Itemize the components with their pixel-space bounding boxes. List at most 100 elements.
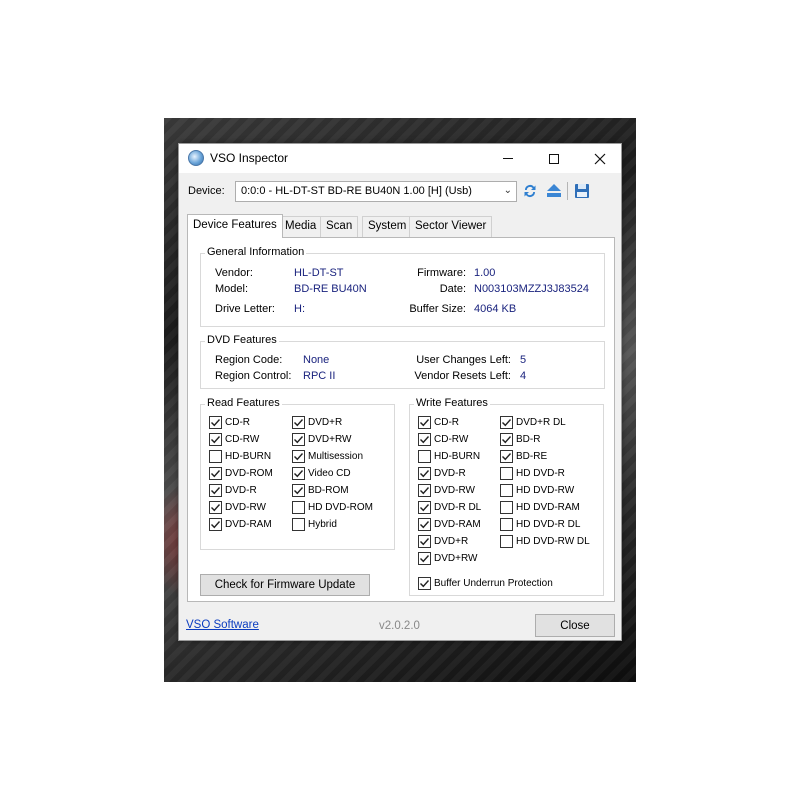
- checkbox-box[interactable]: [209, 433, 222, 446]
- tab-system[interactable]: System: [362, 216, 413, 237]
- checkbox-box[interactable]: [292, 518, 305, 531]
- checkbox-item[interactable]: DVD-ROM: [209, 467, 273, 480]
- checkbox-item[interactable]: HD-BURN: [418, 450, 480, 463]
- checkbox-box[interactable]: [209, 484, 222, 497]
- checkbox-label: BD-ROM: [308, 485, 349, 496]
- checkbox-box[interactable]: [418, 450, 431, 463]
- checkbox-box[interactable]: [500, 433, 513, 446]
- checkbox-box[interactable]: [292, 450, 305, 463]
- checkbox-box[interactable]: [500, 535, 513, 548]
- close-window-button[interactable]: [577, 144, 623, 173]
- checkmark-icon: [502, 453, 512, 461]
- minimize-button[interactable]: [485, 144, 531, 173]
- checkbox-box[interactable]: [500, 450, 513, 463]
- checkbox-item[interactable]: DVD-R DL: [418, 501, 481, 514]
- checkbox-item[interactable]: HD DVD-RAM: [500, 501, 580, 514]
- checkbox-item[interactable]: Video CD: [292, 467, 351, 480]
- title-bar[interactable]: VSO Inspector: [179, 144, 621, 173]
- checkbox-box[interactable]: [292, 501, 305, 514]
- checkbox-box[interactable]: [292, 484, 305, 497]
- check-firmware-update-button[interactable]: Check for Firmware Update: [200, 574, 370, 596]
- checkbox-item[interactable]: CD-R: [418, 416, 459, 429]
- eject-icon[interactable]: [545, 182, 563, 200]
- checkbox-buffer-underrun[interactable]: Buffer Underrun Protection: [418, 577, 553, 590]
- save-icon[interactable]: [573, 182, 591, 200]
- checkmark-icon: [294, 453, 304, 461]
- tab-sector-viewer[interactable]: Sector Viewer: [409, 216, 493, 237]
- checkbox-item[interactable]: DVD+R: [418, 535, 468, 548]
- checkbox-box[interactable]: [292, 416, 305, 429]
- device-select[interactable]: 0:0:0 - HL-DT-ST BD-RE BU40N 1.00 [H] (U…: [235, 181, 517, 202]
- checkbox-box[interactable]: [500, 501, 513, 514]
- checkbox-label: HD DVD-RW: [516, 485, 575, 496]
- checkbox-box[interactable]: [500, 484, 513, 497]
- refresh-icon[interactable]: [521, 182, 539, 200]
- checkbox-item[interactable]: Multisession: [292, 450, 363, 463]
- app-icon: [188, 150, 204, 166]
- checkbox-item[interactable]: DVD+R DL: [500, 416, 566, 429]
- checkbox-box[interactable]: [418, 535, 431, 548]
- close-button[interactable]: Close: [535, 614, 615, 637]
- checkbox-item[interactable]: CD-RW: [418, 433, 468, 446]
- checkbox-item[interactable]: DVD+R: [292, 416, 342, 429]
- checkbox-box[interactable]: [418, 484, 431, 497]
- checkbox-item[interactable]: DVD+RW: [292, 433, 351, 446]
- checkbox-item[interactable]: HD DVD-R DL: [500, 518, 580, 531]
- checkbox-item[interactable]: DVD-R: [209, 484, 257, 497]
- checkmark-icon: [420, 436, 430, 444]
- checkbox-label: DVD-RW: [225, 502, 266, 513]
- checkbox-item[interactable]: DVD-RAM: [418, 518, 481, 531]
- checkbox-item[interactable]: BD-ROM: [292, 484, 349, 497]
- checkbox-item[interactable]: HD DVD-RW: [500, 484, 574, 497]
- checkbox-box[interactable]: [209, 416, 222, 429]
- checkbox-box[interactable]: [418, 552, 431, 565]
- checkbox-box[interactable]: [292, 433, 305, 446]
- checkbox-label: DVD-RAM: [434, 519, 481, 530]
- checkbox-box[interactable]: [500, 416, 513, 429]
- checkbox-box[interactable]: [209, 501, 222, 514]
- chevron-down-icon: ⌄: [503, 185, 512, 196]
- checkbox-box[interactable]: [418, 433, 431, 446]
- checkbox-item[interactable]: BD-R: [500, 433, 540, 446]
- checkbox-item[interactable]: HD DVD-RW DL: [500, 535, 590, 548]
- checkbox-item[interactable]: DVD-R: [418, 467, 466, 480]
- checkbox-box[interactable]: [292, 467, 305, 480]
- checkmark-icon: [420, 419, 430, 427]
- dvd-features-group: DVD Features Region Code: None Region Co…: [200, 334, 605, 389]
- checkmark-icon: [211, 504, 221, 512]
- tab-scan[interactable]: Scan: [320, 216, 359, 237]
- checkbox-item[interactable]: DVD-RW: [418, 484, 475, 497]
- tab-device-features[interactable]: Device Features: [187, 214, 283, 238]
- checkmark-icon: [420, 538, 430, 546]
- group-title: Read Features: [205, 397, 282, 409]
- maximize-button[interactable]: [531, 144, 577, 173]
- checkbox-box[interactable]: [418, 518, 431, 531]
- checkbox-box[interactable]: [500, 467, 513, 480]
- checkbox-box[interactable]: [209, 450, 222, 463]
- checkbox-label: DVD-RAM: [225, 519, 272, 530]
- checkbox-box[interactable]: [418, 416, 431, 429]
- checkbox-label: HD-BURN: [225, 451, 272, 462]
- checkbox-box[interactable]: [209, 518, 222, 531]
- checkmark-icon: [420, 555, 430, 563]
- checkbox-item[interactable]: Hybrid: [292, 518, 337, 531]
- checkbox-label: HD DVD-R: [516, 468, 565, 479]
- checkbox-item[interactable]: HD DVD-R: [500, 467, 565, 480]
- checkbox-item[interactable]: DVD-RAM: [209, 518, 272, 531]
- checkbox-box[interactable]: [418, 577, 431, 590]
- tab-media[interactable]: Media: [279, 216, 323, 237]
- checkbox-box[interactable]: [418, 467, 431, 480]
- checkbox-item[interactable]: HD DVD-ROM: [292, 501, 373, 514]
- checkbox-item[interactable]: CD-R: [209, 416, 250, 429]
- checkbox-item[interactable]: DVD+RW: [418, 552, 477, 565]
- vso-software-link[interactable]: VSO Software: [186, 619, 259, 631]
- checkbox-item[interactable]: CD-RW: [209, 433, 259, 446]
- checkbox-item[interactable]: DVD-RW: [209, 501, 266, 514]
- region-code-value: None: [303, 354, 330, 366]
- checkbox-box[interactable]: [209, 467, 222, 480]
- checkbox-box[interactable]: [500, 518, 513, 531]
- checkbox-item[interactable]: BD-RE: [500, 450, 547, 463]
- checkbox-box[interactable]: [418, 501, 431, 514]
- region-control-value: RPC II: [303, 370, 336, 382]
- checkbox-item[interactable]: HD-BURN: [209, 450, 271, 463]
